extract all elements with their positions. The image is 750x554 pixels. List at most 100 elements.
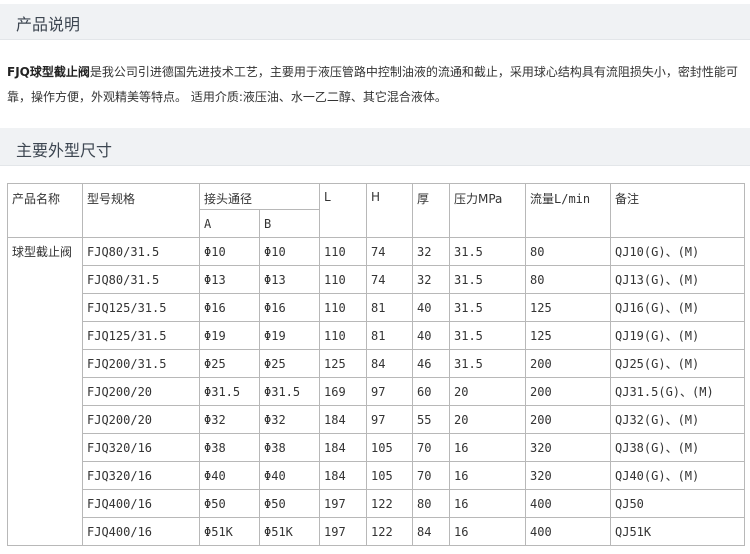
cell-port-b: Φ10	[259, 237, 320, 266]
cell-port-a: Φ13	[199, 265, 260, 294]
cell-pressure: 31.5	[449, 321, 526, 350]
header-port-diameter: 接头通径	[199, 183, 320, 210]
cell-flow: 400	[525, 517, 611, 546]
cell-pressure: 31.5	[449, 349, 526, 378]
cell-pressure: 20	[449, 405, 526, 434]
cell-port-b: Φ32	[259, 405, 320, 434]
table-row: FJQ125/31.5 Φ16 Φ16 110 81 40 31.5 125 QJ16(G)、(…	[8, 293, 745, 322]
cell-thickness: 70	[412, 461, 450, 490]
cell-flow: 200	[525, 377, 611, 406]
cell-note: QJ13(G)、(M)	[610, 265, 745, 294]
intro-bold-product: FJQ球型截止阀	[7, 65, 90, 79]
header-port-a: A	[199, 209, 260, 238]
cell-length-L: 169	[319, 377, 367, 406]
cell-pressure: 31.5	[449, 265, 526, 294]
cell-pressure: 16	[449, 433, 526, 462]
cell-port-a: Φ40	[199, 461, 260, 490]
cell-port-b: Φ31.5	[259, 377, 320, 406]
table-row: 球型截止阀 FJQ80/31.5 Φ10 Φ10 110 74 32 31.5 80 QJ10(G…	[7, 237, 745, 546]
cell-port-b: Φ38	[259, 433, 320, 462]
header-thickness: 厚	[412, 183, 450, 238]
cell-model: FJQ400/16	[82, 517, 200, 546]
cell-model: FJQ200/20	[82, 377, 200, 406]
dimensions-table: 产品名称 型号规格 接头通径 L H 厚 压力MPa 流量L/min 备注 A …	[7, 183, 745, 546]
header-flow: 流量L/min	[525, 183, 611, 238]
cell-height-H: 97	[366, 377, 413, 406]
cell-model: FJQ400/16	[82, 489, 200, 518]
cell-pressure: 16	[449, 489, 526, 518]
cell-thickness: 80	[412, 489, 450, 518]
cell-model: FJQ80/31.5	[82, 265, 200, 294]
cell-model: FJQ320/16	[82, 433, 200, 462]
cell-model: FJQ200/31.5	[82, 349, 200, 378]
cell-port-b: Φ25	[259, 349, 320, 378]
cell-pressure: 16	[449, 517, 526, 546]
cell-length-L: 184	[319, 461, 367, 490]
cell-note: QJ38(G)、(M)	[610, 433, 745, 462]
product-description-header: 产品说明	[0, 4, 750, 40]
cell-height-H: 105	[366, 461, 413, 490]
table-row: FJQ320/16 Φ38 Φ38 184 105 70 16 320 QJ38(G)、(M)	[8, 433, 745, 462]
cell-note: QJ31.5(G)、(M)	[610, 377, 745, 406]
cell-thickness: 40	[412, 321, 450, 350]
product-name-cell: 球型截止阀	[7, 237, 83, 546]
cell-flow: 80	[525, 265, 611, 294]
cell-height-H: 81	[366, 293, 413, 322]
cell-thickness: 60	[412, 377, 450, 406]
header-pressure: 压力MPa	[449, 183, 526, 238]
table-row: FJQ320/16 Φ40 Φ40 184 105 70 16 320 QJ40(G)、(M)	[8, 461, 745, 490]
section-title: 主要外型尺寸	[16, 141, 113, 160]
cell-port-a: Φ16	[199, 293, 260, 322]
cell-flow: 200	[525, 349, 611, 378]
cell-note: QJ40(G)、(M)	[610, 461, 745, 490]
cell-length-L: 110	[319, 265, 367, 294]
cell-flow: 125	[525, 321, 611, 350]
cell-model: FJQ125/31.5	[82, 321, 200, 350]
cell-thickness: 70	[412, 433, 450, 462]
header-L: L	[319, 183, 367, 238]
cell-height-H: 122	[366, 517, 413, 546]
cell-flow: 125	[525, 293, 611, 322]
cell-length-L: 184	[319, 433, 367, 462]
cell-flow: 320	[525, 461, 611, 490]
cell-length-L: 197	[319, 517, 367, 546]
cell-port-a: Φ51K	[199, 517, 260, 546]
cell-length-L: 197	[319, 489, 367, 518]
cell-model: FJQ200/20	[82, 405, 200, 434]
cell-height-H: 122	[366, 489, 413, 518]
cell-note: QJ16(G)、(M)	[610, 293, 745, 322]
section-title: 产品说明	[16, 15, 81, 34]
cell-port-b: Φ19	[259, 321, 320, 350]
cell-note: QJ10(G)、(M)	[610, 237, 745, 266]
cell-height-H: 97	[366, 405, 413, 434]
intro-text: 是我公司引进德国先进技术工艺，主要用于液压管路中控制油液的流通和截止，采用球心结…	[7, 65, 738, 104]
header-note: 备注	[610, 183, 745, 238]
cell-length-L: 110	[319, 321, 367, 350]
table-row: FJQ200/31.5 Φ25 Φ25 125 84 46 31.5 200 QJ25(G)、(…	[8, 349, 745, 378]
cell-port-a: Φ32	[199, 405, 260, 434]
cell-thickness: 84	[412, 517, 450, 546]
table-row: FJQ200/20 Φ31.5 Φ31.5 169 97 60 20 200 QJ31.5(G)…	[8, 377, 745, 406]
cell-flow: 400	[525, 489, 611, 518]
product-intro: FJQ球型截止阀是我公司引进德国先进技术工艺，主要用于液压管路中控制油液的流通和…	[7, 60, 743, 110]
cell-port-a: Φ31.5	[199, 377, 260, 406]
cell-model: FJQ125/31.5	[82, 293, 200, 322]
cell-port-a: Φ50	[199, 489, 260, 518]
table-row: FJQ80/31.5 Φ13 Φ13 110 74 32 31.5 80 QJ13(G)、(M)	[8, 265, 745, 294]
cell-length-L: 110	[319, 237, 367, 266]
cell-port-b: Φ40	[259, 461, 320, 490]
cell-port-b: Φ16	[259, 293, 320, 322]
cell-length-L: 125	[319, 349, 367, 378]
cell-height-H: 81	[366, 321, 413, 350]
cell-length-L: 110	[319, 293, 367, 322]
cell-port-b: Φ51K	[259, 517, 320, 546]
cell-note: QJ19(G)、(M)	[610, 321, 745, 350]
cell-pressure: 31.5	[449, 237, 526, 266]
cell-port-a: Φ19	[199, 321, 260, 350]
table-row: FJQ400/16 Φ51K Φ51K 197 122 84 16 400 QJ51K	[8, 517, 745, 546]
cell-note: QJ51K	[610, 517, 745, 546]
cell-flow: 200	[525, 405, 611, 434]
cell-model: FJQ80/31.5	[82, 237, 200, 266]
cell-height-H: 84	[366, 349, 413, 378]
header-port-b: B	[259, 209, 320, 238]
